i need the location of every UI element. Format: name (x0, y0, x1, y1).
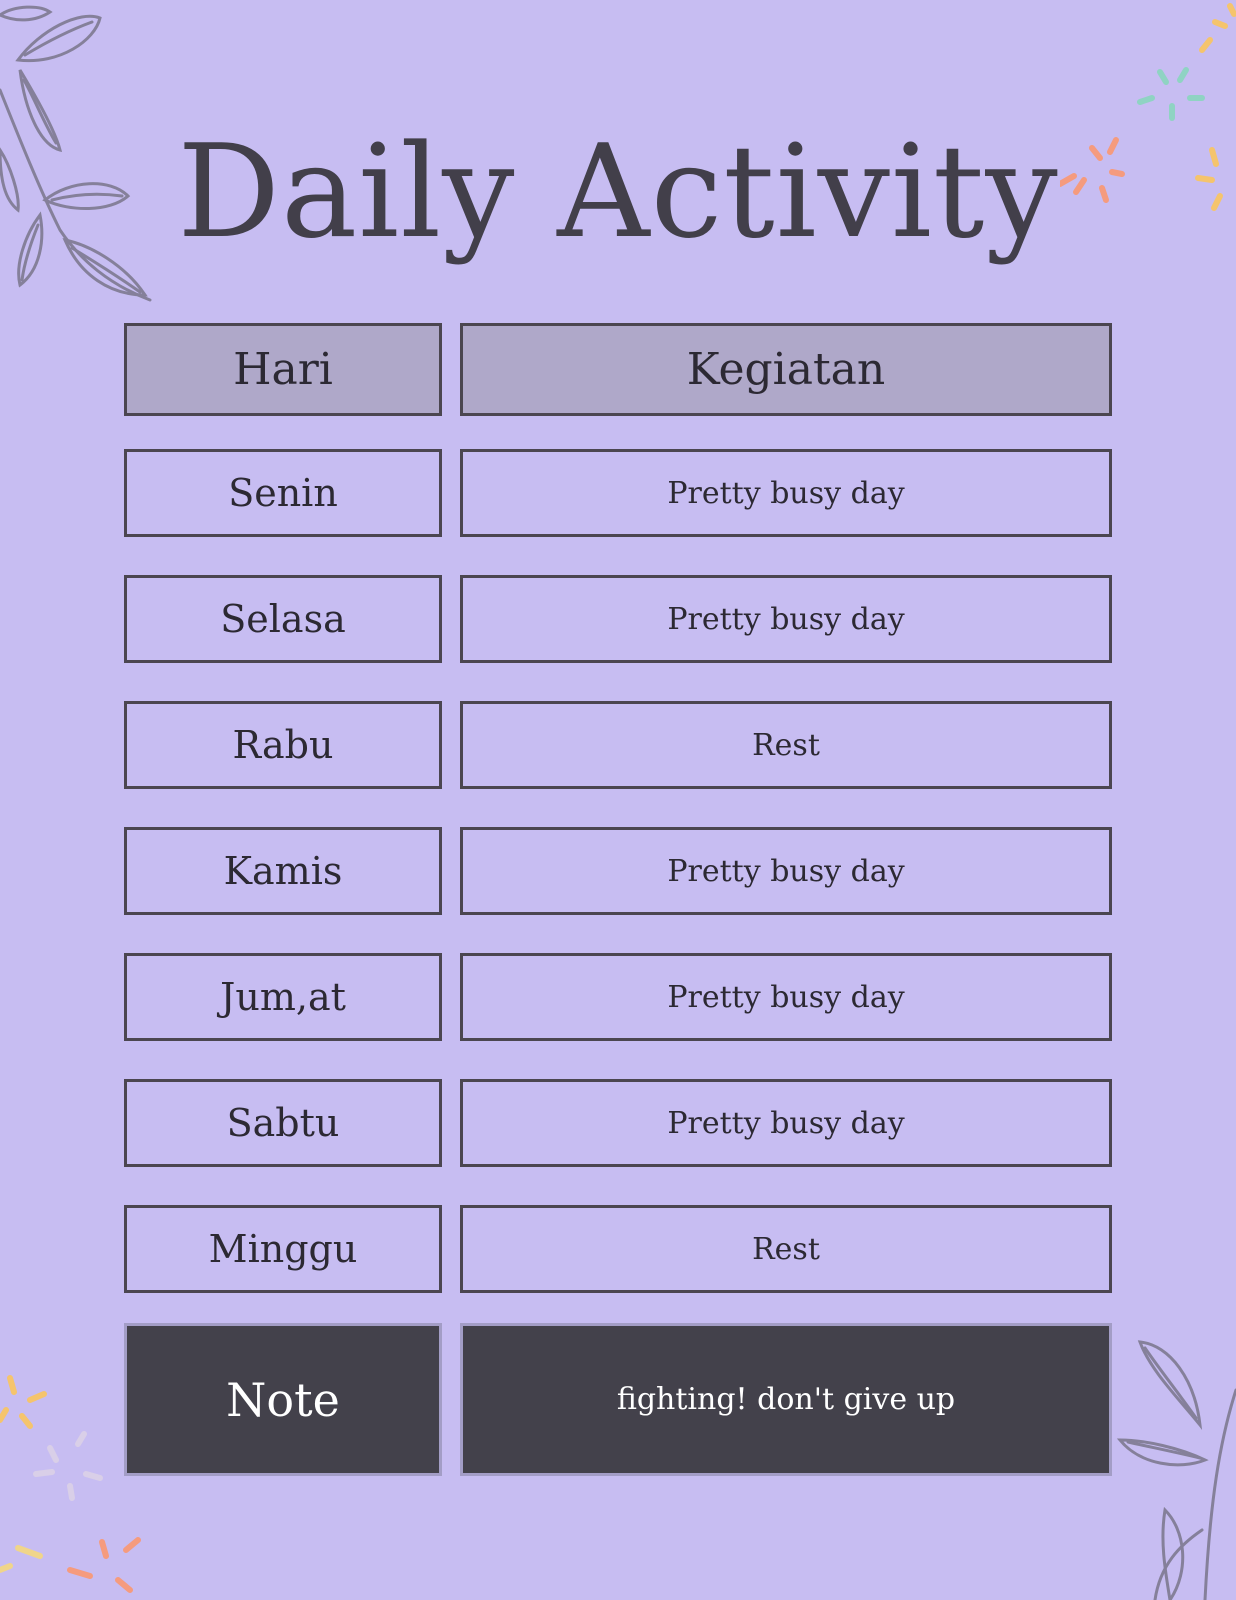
header-label: Kegiatan (686, 344, 886, 395)
page-title: Daily Activity (177, 118, 1059, 267)
table-row-day: Rabu (124, 701, 442, 789)
day-label: Sabtu (226, 1101, 340, 1145)
day-label: Rabu (232, 723, 334, 767)
activity-label: Rest (752, 1231, 820, 1267)
note-label-cell: Note (124, 1323, 442, 1476)
table-row-day: Minggu (124, 1205, 442, 1293)
table-row-activity: Pretty busy day (460, 953, 1112, 1041)
table-row-day: Kamis (124, 827, 442, 915)
day-label: Selasa (220, 597, 346, 641)
table-header-day: Hari (124, 323, 442, 416)
table-row-activity: Pretty busy day (460, 827, 1112, 915)
table-row-day: Selasa (124, 575, 442, 663)
note-text-cell: fighting! don't give up (460, 1323, 1112, 1476)
table-row-activity: Pretty busy day (460, 1079, 1112, 1167)
table-row-day: Senin (124, 449, 442, 537)
activity-label: Pretty busy day (667, 601, 905, 637)
activity-label: Pretty busy day (667, 475, 905, 511)
day-label: Jum,at (220, 975, 346, 1019)
table-row-activity: Rest (460, 1205, 1112, 1293)
activity-label: Rest (752, 727, 820, 763)
table-row-activity: Pretty busy day (460, 575, 1112, 663)
activity-label: Pretty busy day (667, 853, 905, 889)
table-row-activity: Rest (460, 701, 1112, 789)
activity-label: Pretty busy day (667, 979, 905, 1015)
table-row-activity: Pretty busy day (460, 449, 1112, 537)
note-label: Note (226, 1372, 340, 1427)
note-text: fighting! don't give up (616, 1382, 956, 1417)
day-label: Senin (228, 471, 338, 515)
leaf-branch-icon (1116, 1340, 1236, 1600)
day-label: Minggu (208, 1227, 358, 1271)
header-label: Hari (233, 344, 333, 395)
activity-label: Pretty busy day (667, 1105, 905, 1141)
table-row-day: Jum,at (124, 953, 442, 1041)
day-label: Kamis (223, 849, 343, 893)
table-header-activity: Kegiatan (460, 323, 1112, 416)
table-row-day: Sabtu (124, 1079, 442, 1167)
